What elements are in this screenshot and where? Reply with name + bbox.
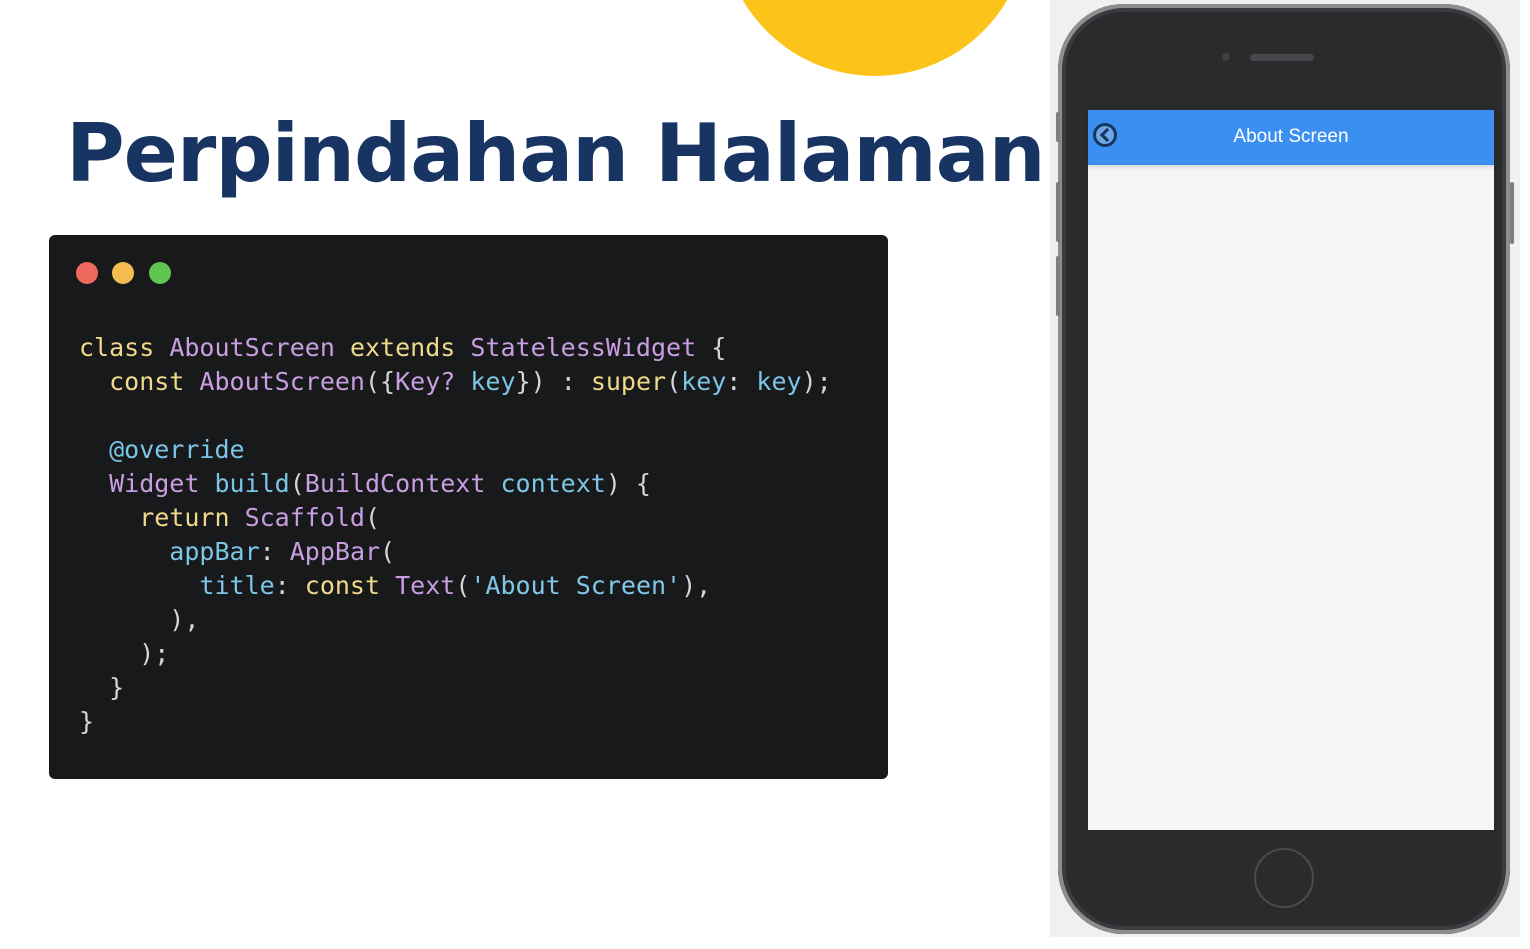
phone-screen: About Screen (1088, 110, 1494, 830)
earpiece-speaker (1250, 54, 1314, 61)
home-button[interactable] (1254, 848, 1314, 908)
code-token: ); (801, 367, 832, 396)
code-token: } (79, 707, 95, 736)
code-token: ), (79, 605, 200, 634)
code-token: ( (380, 537, 396, 566)
code-token: const (79, 367, 200, 396)
code-line: Widget build(BuildContext context) { (79, 467, 832, 501)
phone-mockup: About Screen (1050, 0, 1520, 937)
decorative-yellow-circle (722, 0, 1028, 76)
code-token: key (681, 367, 727, 396)
window-minimize-dot (112, 262, 134, 284)
code-token: extends (349, 333, 471, 362)
mute-switch (1056, 112, 1060, 142)
code-token: Scaffold (244, 503, 365, 532)
code-token: { (711, 333, 727, 362)
code-line: class AboutScreen extends StatelessWidge… (79, 331, 832, 365)
code-token: const (304, 571, 396, 600)
code-token: context (500, 469, 606, 498)
code-token: appBar (79, 537, 260, 566)
code-token: : (259, 537, 290, 566)
app-bar: About Screen (1088, 110, 1494, 165)
code-token: AboutScreen (169, 333, 350, 362)
page-title: Perpindahan Halaman (66, 107, 1046, 200)
code-token: : (726, 367, 757, 396)
code-window: class AboutScreen extends StatelessWidge… (49, 235, 888, 779)
code-token: ( (666, 367, 682, 396)
power-button (1510, 182, 1514, 244)
code-token: key (455, 367, 516, 396)
code-token: : (274, 571, 305, 600)
code-token: ( (455, 571, 471, 600)
code-line: ); (79, 637, 832, 671)
code-line: ), (79, 603, 832, 637)
code-token: Key? (395, 367, 456, 396)
code-token: StatelessWidget (470, 333, 712, 362)
code-token: }) : (515, 367, 591, 396)
code-token: Text (395, 571, 456, 600)
code-token: Widget (79, 469, 215, 498)
code-token: ( (289, 469, 305, 498)
window-maximize-dot (149, 262, 171, 284)
code-token: class (79, 333, 170, 362)
code-token: } (79, 673, 125, 702)
code-token: ( (365, 503, 381, 532)
code-token: return (79, 503, 245, 532)
code-line: } (79, 671, 832, 705)
code-token: build (214, 469, 290, 498)
front-camera (1222, 53, 1230, 61)
code-line: const AboutScreen({Key? key}) : super(ke… (79, 365, 832, 399)
code-line: return Scaffold( (79, 501, 832, 535)
code-block: class AboutScreen extends StatelessWidge… (79, 331, 832, 739)
code-token: ), (681, 571, 712, 600)
app-bar-title: About Screen (1233, 126, 1349, 147)
phone-body: About Screen (1058, 4, 1510, 934)
code-token: 'About Screen' (470, 571, 682, 600)
window-close-dot (76, 262, 98, 284)
code-token: ); (79, 639, 170, 668)
code-line: } (79, 705, 832, 739)
volume-up-button (1056, 182, 1060, 242)
code-line: title: const Text('About Screen'), (79, 569, 832, 603)
code-line: @override (79, 433, 832, 467)
code-token: AboutScreen (199, 367, 365, 396)
code-token: @override (79, 435, 245, 464)
volume-down-button (1056, 256, 1060, 316)
code-token: ({ (365, 367, 396, 396)
code-token: key (756, 367, 802, 396)
code-token: AppBar (289, 537, 381, 566)
code-line: appBar: AppBar( (79, 535, 832, 569)
code-token: ) { (605, 469, 651, 498)
code-token: BuildContext (304, 469, 501, 498)
code-token: super (590, 367, 667, 396)
code-token: title (79, 571, 275, 600)
